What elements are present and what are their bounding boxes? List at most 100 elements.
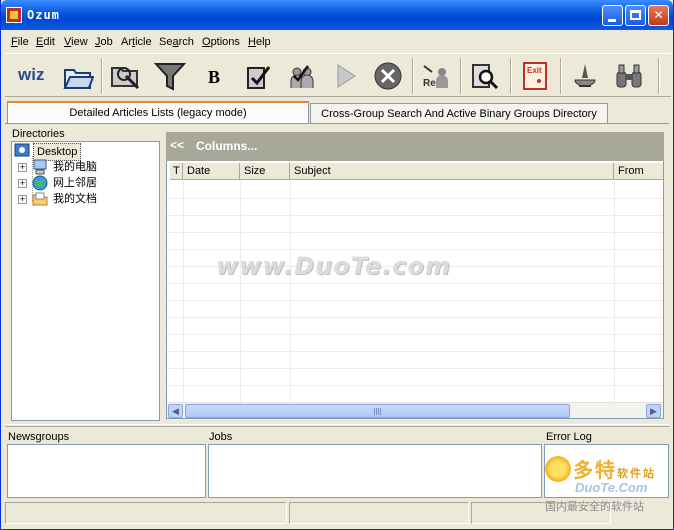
maximize-icon (630, 10, 641, 20)
grid-line (167, 351, 663, 352)
menu-edit[interactable]: Edit (36, 36, 55, 48)
scroll-right-button[interactable]: ▶ (646, 404, 661, 418)
scroll-left-button[interactable]: ◀ (168, 404, 183, 418)
toolbar-separator (658, 58, 660, 94)
play-button[interactable] (329, 59, 363, 93)
open-folder-icon (63, 69, 94, 89)
articles-header-bar: << Columns... (166, 132, 664, 161)
directories-tree[interactable]: Desktop + 我的电脑 + 网上邻居 + 我的文档 (11, 141, 160, 421)
grid-line (167, 334, 663, 335)
directories-label: Directories (12, 128, 65, 140)
column-header-size[interactable]: Size (240, 163, 290, 180)
app-window: Ozum ✕ File Edit View Job Article Search… (0, 0, 674, 530)
wizard-button[interactable]: wiz (15, 59, 49, 93)
menu-file[interactable]: File (11, 36, 29, 48)
binoculars-icon (616, 64, 642, 88)
tab-detailed-articles[interactable]: Detailed Articles Lists (legacy mode) (7, 101, 309, 123)
status-panel (289, 502, 469, 524)
svg-text:Exit: Exit (527, 66, 542, 75)
desktop-icon (14, 143, 30, 157)
column-header-date[interactable]: Date (183, 163, 240, 180)
stop-button[interactable] (371, 59, 405, 93)
tree-item-desktop[interactable]: Desktop (14, 143, 154, 161)
column-header-subject[interactable]: Subject (290, 163, 614, 180)
corner-watermark-en: DuoTe.Com (575, 480, 648, 495)
tab-cross-group-search[interactable]: Cross-Group Search And Active Binary Gro… (310, 103, 608, 123)
bold-button[interactable]: B (197, 59, 231, 93)
tree-item-my-documents[interactable]: + 我的文档 (14, 191, 154, 207)
reply-button[interactable]: Re (419, 59, 453, 93)
satellite-icon (574, 64, 596, 87)
network-globe-icon (32, 175, 48, 191)
scroll-thumb[interactable] (185, 404, 570, 418)
search-button[interactable] (467, 59, 501, 93)
splitter[interactable] (5, 424, 669, 427)
collapse-back-button[interactable]: << (170, 138, 184, 152)
search-icon (472, 64, 499, 90)
toolbar-separator (510, 58, 512, 94)
stop-icon (374, 62, 402, 90)
menu-bar: File Edit View Job Article Search Option… (1, 34, 673, 52)
newsgroups-list[interactable] (7, 444, 206, 498)
menu-help[interactable]: Help (248, 36, 271, 48)
horizontal-scrollbar[interactable]: ◀ ▶ (167, 402, 663, 418)
newsgroups-label: Newsgroups (8, 431, 70, 443)
status-bar (5, 502, 669, 526)
status-panel (471, 502, 611, 524)
corner-watermark-cn: 多特软件站 (573, 460, 656, 482)
expand-icon[interactable]: + (18, 179, 27, 188)
wizard-icon: wiz (17, 65, 44, 84)
grid-line (167, 385, 663, 386)
mark-users-button[interactable] (285, 59, 319, 93)
tree-item-label: 我的文档 (53, 193, 97, 205)
window-title: Ozum (27, 8, 60, 22)
jobs-list[interactable] (208, 444, 542, 498)
grid-line (167, 215, 663, 216)
articles-grid[interactable]: T Date Size Subject From ◀ ▶ (166, 161, 664, 419)
title-bar[interactable]: Ozum ✕ (1, 0, 673, 30)
maximize-button[interactable] (625, 5, 646, 26)
expand-icon[interactable]: + (18, 163, 27, 172)
toolbar: wiz B Re Exit (5, 53, 671, 97)
column-header-type[interactable]: T (170, 163, 183, 180)
minimize-icon (608, 19, 616, 22)
tree-item-network[interactable]: + 网上邻居 (14, 175, 154, 191)
check-book-icon (247, 66, 271, 89)
menu-options[interactable]: Options (202, 36, 240, 48)
expand-icon[interactable]: + (18, 195, 27, 204)
users-check-icon (290, 65, 314, 88)
reply-icon: Re (423, 65, 448, 89)
close-button[interactable]: ✕ (648, 5, 669, 26)
minimize-button[interactable] (602, 5, 623, 26)
tab-divider (5, 123, 669, 124)
menu-job[interactable]: Job (95, 36, 113, 48)
folder-search-icon (111, 67, 140, 90)
menu-search[interactable]: Search (159, 36, 194, 48)
close-icon: ✕ (653, 8, 664, 22)
toolbar-separator (101, 58, 103, 94)
menu-article[interactable]: Article (121, 36, 152, 48)
tree-item-my-computer[interactable]: + 我的电脑 (14, 159, 154, 175)
connect-button[interactable] (568, 59, 602, 93)
svg-text:B: B (208, 67, 220, 87)
mark-articles-button[interactable] (241, 59, 275, 93)
app-icon[interactable] (6, 7, 22, 23)
grid-line (167, 300, 663, 301)
grip-icon (374, 408, 382, 415)
filter-button[interactable] (153, 59, 187, 93)
filter-icon (154, 63, 186, 91)
play-icon (337, 64, 356, 88)
toolbar-separator (560, 58, 562, 94)
column-header-from[interactable]: From (614, 163, 663, 180)
browse-folder-button[interactable] (109, 59, 143, 93)
grid-line (167, 368, 663, 369)
grid-line (167, 198, 663, 199)
watermark-text: www.DuoTe.com (216, 252, 451, 280)
sun-logo-icon (545, 456, 571, 482)
documents-folder-icon (32, 192, 48, 206)
exit-button[interactable]: Exit (518, 59, 552, 93)
open-folder-button[interactable] (61, 59, 95, 93)
binoculars-button[interactable] (612, 59, 646, 93)
columns-button[interactable]: Columns... (196, 139, 257, 153)
menu-view[interactable]: View (64, 36, 88, 48)
